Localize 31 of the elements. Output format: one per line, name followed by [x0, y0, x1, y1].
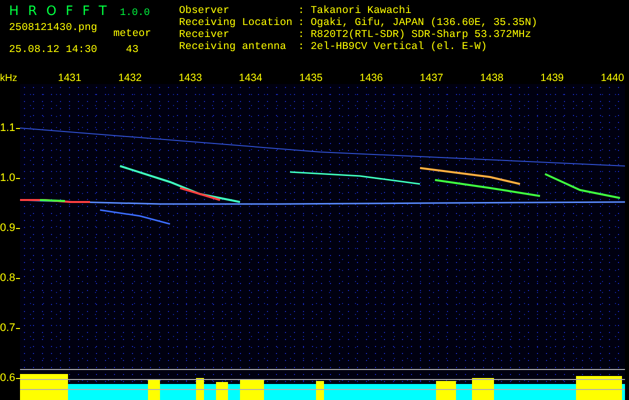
axis-unit: kHz — [0, 74, 18, 84]
date-time: 25.08.12 14:30 — [9, 44, 98, 56]
y-tick-label: 0.8 — [0, 272, 20, 284]
field-value: : R820T2(RTL-SDR) SDR-Sharp 53.372MHz — [298, 29, 532, 41]
x-tick-label: 1436 — [360, 72, 383, 84]
y-tick-label: 0.6 — [0, 372, 20, 384]
field-label: Observer — [179, 5, 230, 17]
x-tick-label: 1439 — [540, 72, 564, 84]
field-value: : Takanori Kawachi — [298, 5, 412, 17]
meteor-count: 43 — [126, 44, 139, 56]
file-name: 2508121430.png — [9, 22, 98, 34]
x-tick-label: 1433 — [178, 72, 202, 84]
x-tick-label: 1438 — [480, 72, 504, 84]
y-tick-label: 0.9 — [0, 222, 20, 234]
meteor-label: meteor — [113, 28, 152, 40]
field-value: : Ogaki, Gifu, JAPAN (136.60E, 35.35N) — [298, 17, 538, 29]
app-title: HROFFT — [9, 4, 116, 20]
y-tick-label: 0.7 — [0, 322, 20, 334]
field-label: Receiving antenna — [179, 41, 288, 53]
x-tick-label: 1435 — [299, 72, 323, 84]
field-label: Receiver — [179, 29, 230, 41]
y-tick-label: 1.1 — [0, 122, 20, 134]
y-tick-label: 1.0 — [0, 172, 20, 184]
x-tick-label: 1431 — [58, 72, 82, 84]
field-label: Receiving Location — [179, 17, 294, 29]
x-tick-label: 1437 — [420, 72, 444, 84]
app-version: 1.0.0 — [120, 8, 150, 20]
field-value: : 2el-HB9CV Vertical (el. E-W) — [298, 41, 488, 53]
x-tick-label: 1432 — [118, 72, 142, 84]
x-tick-label: 1434 — [238, 72, 262, 84]
x-tick-label: 1440 — [600, 72, 624, 84]
